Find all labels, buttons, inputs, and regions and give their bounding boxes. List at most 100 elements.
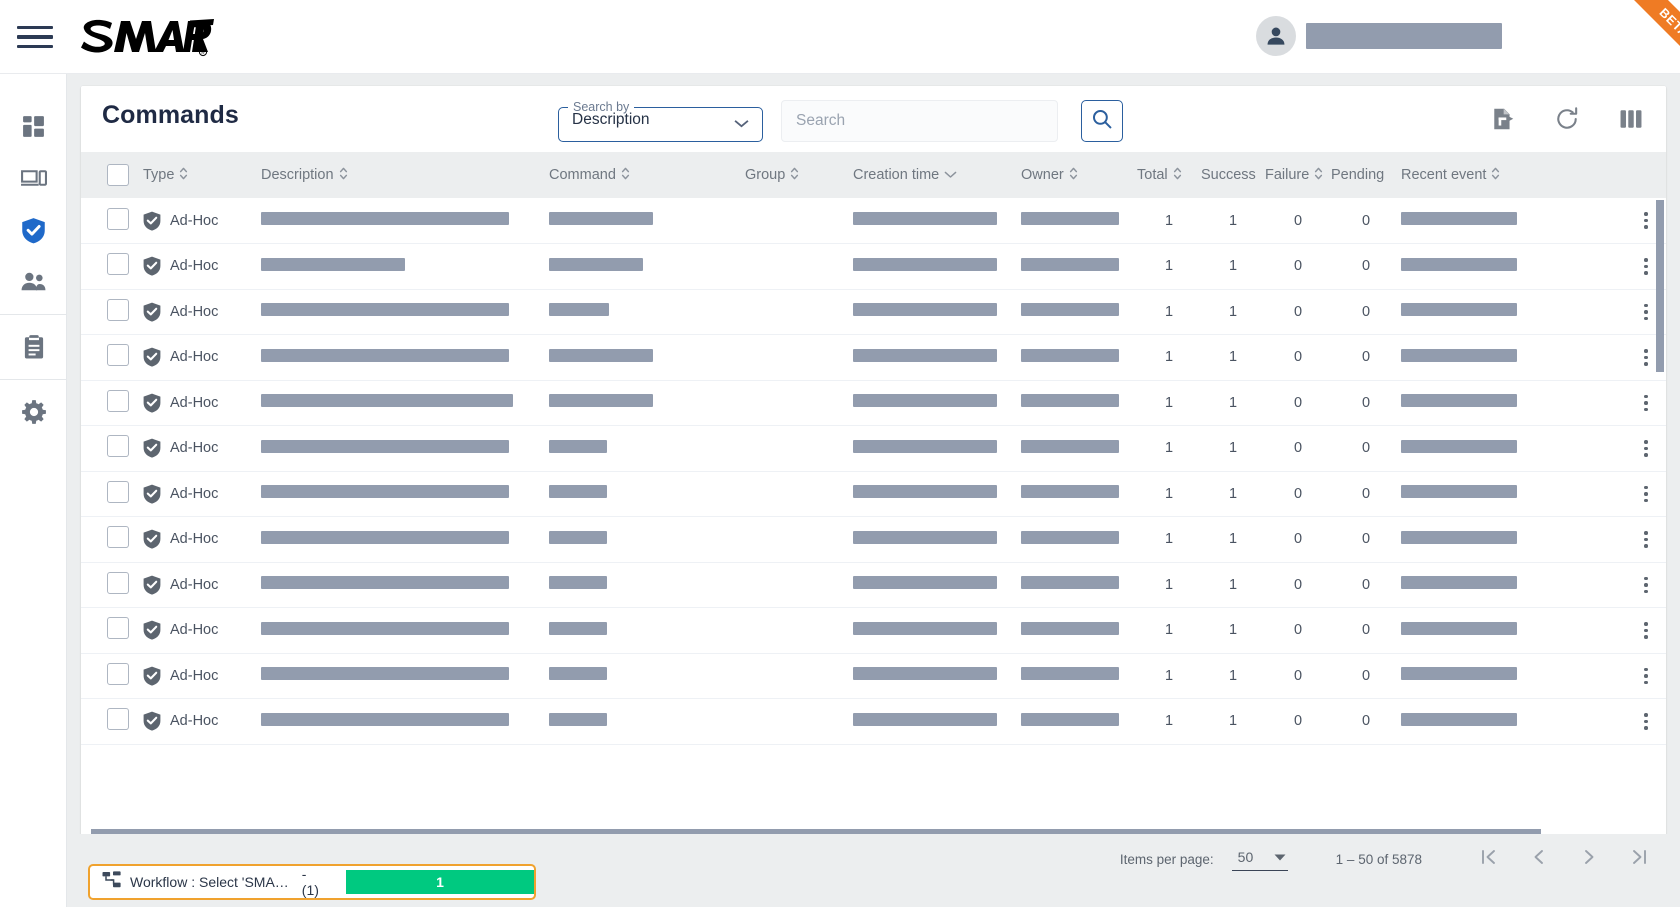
hamburger-menu-icon[interactable] [17,20,53,54]
workflow-status-chip[interactable]: Workflow : Select 'SMA… - (1) 1 [88,864,536,900]
row-creation-time-cell [853,607,1021,654]
row-recent-event-cell [1401,698,1616,745]
row-failure-cell: 0 [1265,380,1331,426]
last-page-button[interactable] [1628,848,1650,870]
th-recent-event[interactable]: Recent event [1401,152,1616,198]
table-row[interactable]: Ad-Hoc 1 1 0 0 [81,243,1666,290]
table-row[interactable]: Ad-Hoc 1 1 0 0 [81,380,1666,426]
next-page-button[interactable] [1578,848,1600,870]
row-recent-event-redacted [1401,348,1517,362]
search-input[interactable]: Search [781,100,1058,142]
row-checkbox[interactable] [107,708,129,731]
row-success-cell: 1 [1201,425,1265,472]
sidebar-item-security[interactable] [0,204,67,256]
row-failure-cell: 0 [1265,198,1331,244]
sidebar-item-dashboard[interactable] [0,100,67,152]
export-button[interactable] [1490,106,1516,132]
th-pending-label: Pending [1331,167,1385,183]
row-checkbox[interactable] [107,253,129,276]
table-row[interactable]: Ad-Hoc 1 1 0 0 [81,562,1666,608]
kebab-menu-icon[interactable] [1616,576,1666,593]
kebab-menu-icon[interactable] [1616,531,1666,548]
first-page-button[interactable] [1478,848,1500,870]
sidebar-item-settings[interactable] [0,386,67,438]
avatar[interactable] [1256,16,1296,56]
table-header: Type Description Command Group Creation … [81,152,1666,198]
table-row[interactable]: Ad-Hoc 1 1 0 0 [81,653,1666,699]
row-description-redacted [261,530,509,544]
row-creation-time-redacted [853,257,997,271]
kebab-menu-icon[interactable] [1616,394,1666,411]
vertical-scrollbar[interactable] [1656,200,1664,372]
kebab-menu-icon[interactable] [1616,667,1666,684]
th-pending[interactable]: Pending [1331,152,1401,198]
row-checkbox[interactable] [107,389,129,412]
th-type[interactable]: Type [139,152,261,198]
user-menu[interactable] [1256,16,1502,56]
row-checkbox[interactable] [107,344,129,367]
row-owner-redacted [1021,212,1119,225]
kebab-menu-icon[interactable] [1616,713,1666,730]
table-row[interactable]: Ad-Hoc 1 1 0 0 [81,698,1666,745]
kebab-dot [1644,225,1648,229]
sort-desc-icon [944,167,957,183]
row-total-cell: 1 [1137,380,1201,426]
row-recent-event-redacted [1401,485,1517,499]
th-description[interactable]: Description [261,152,549,198]
table-row[interactable]: Ad-Hoc 1 1 0 0 [81,607,1666,654]
th-owner[interactable]: Owner [1021,152,1137,198]
row-description-redacted [261,712,509,726]
kebab-dot [1644,635,1648,639]
th-total[interactable]: Total [1137,152,1201,198]
row-creation-time-redacted [853,712,997,726]
row-checkbox[interactable] [107,207,129,230]
sidebar-item-users[interactable] [0,256,67,308]
table-row[interactable]: Ad-Hoc 1 1 0 0 [81,516,1666,563]
row-checkbox[interactable] [107,662,129,685]
table-row[interactable]: Ad-Hoc 1 1 0 0 [81,334,1666,381]
table-row[interactable]: Ad-Hoc 1 1 0 0 [81,198,1666,244]
sidebar-item-reports[interactable] [0,321,67,373]
kebab-dot [1644,212,1648,216]
gear-icon [21,399,47,425]
row-select-cell [81,516,139,563]
row-command-redacted [549,667,607,681]
row-checkbox[interactable] [107,480,129,503]
kebab-dot [1644,680,1648,684]
kebab-menu-icon[interactable] [1616,622,1666,639]
row-checkbox[interactable] [107,435,129,458]
row-owner-cell [1021,516,1137,563]
th-type-label: Type [143,167,175,183]
kebab-menu-icon[interactable] [1616,485,1666,502]
row-creation-time-cell [853,471,1021,517]
row-checkbox[interactable] [107,617,129,640]
row-success-cell: 1 [1201,289,1265,335]
table-row[interactable]: Ad-Hoc 1 1 0 0 [81,471,1666,517]
search-button[interactable] [1081,100,1123,142]
th-success[interactable]: Success [1201,152,1265,198]
th-failure[interactable]: Failure [1265,152,1331,198]
sidebar-item-devices[interactable] [0,152,67,204]
th-group[interactable]: Group [745,152,853,198]
items-per-page-select[interactable]: 50 [1231,848,1288,871]
row-description-redacted [261,348,509,362]
table-row[interactable]: Ad-Hoc 1 1 0 0 [81,425,1666,472]
smart-logo[interactable]: R [78,12,214,62]
table-row[interactable]: Ad-Hoc 1 1 0 0 [81,289,1666,335]
previous-page-button[interactable] [1528,848,1550,870]
refresh-button[interactable] [1554,106,1580,132]
row-success-cell: 1 [1201,243,1265,290]
th-creation-time[interactable]: Creation time [853,152,1021,198]
row-checkbox[interactable] [107,571,129,594]
select-all-checkbox[interactable] [107,164,129,186]
kebab-menu-icon[interactable] [1616,440,1666,457]
search-by-select[interactable]: Search by Description [558,100,763,142]
column-settings-button[interactable] [1618,106,1644,132]
row-total-cell: 1 [1137,516,1201,563]
row-checkbox[interactable] [107,298,129,321]
row-pending-value: 0 [1361,576,1371,593]
workflow-count: - (1) [301,866,319,898]
row-checkbox[interactable] [107,526,129,549]
row-success-cell: 1 [1201,198,1265,244]
th-command[interactable]: Command [549,152,745,198]
